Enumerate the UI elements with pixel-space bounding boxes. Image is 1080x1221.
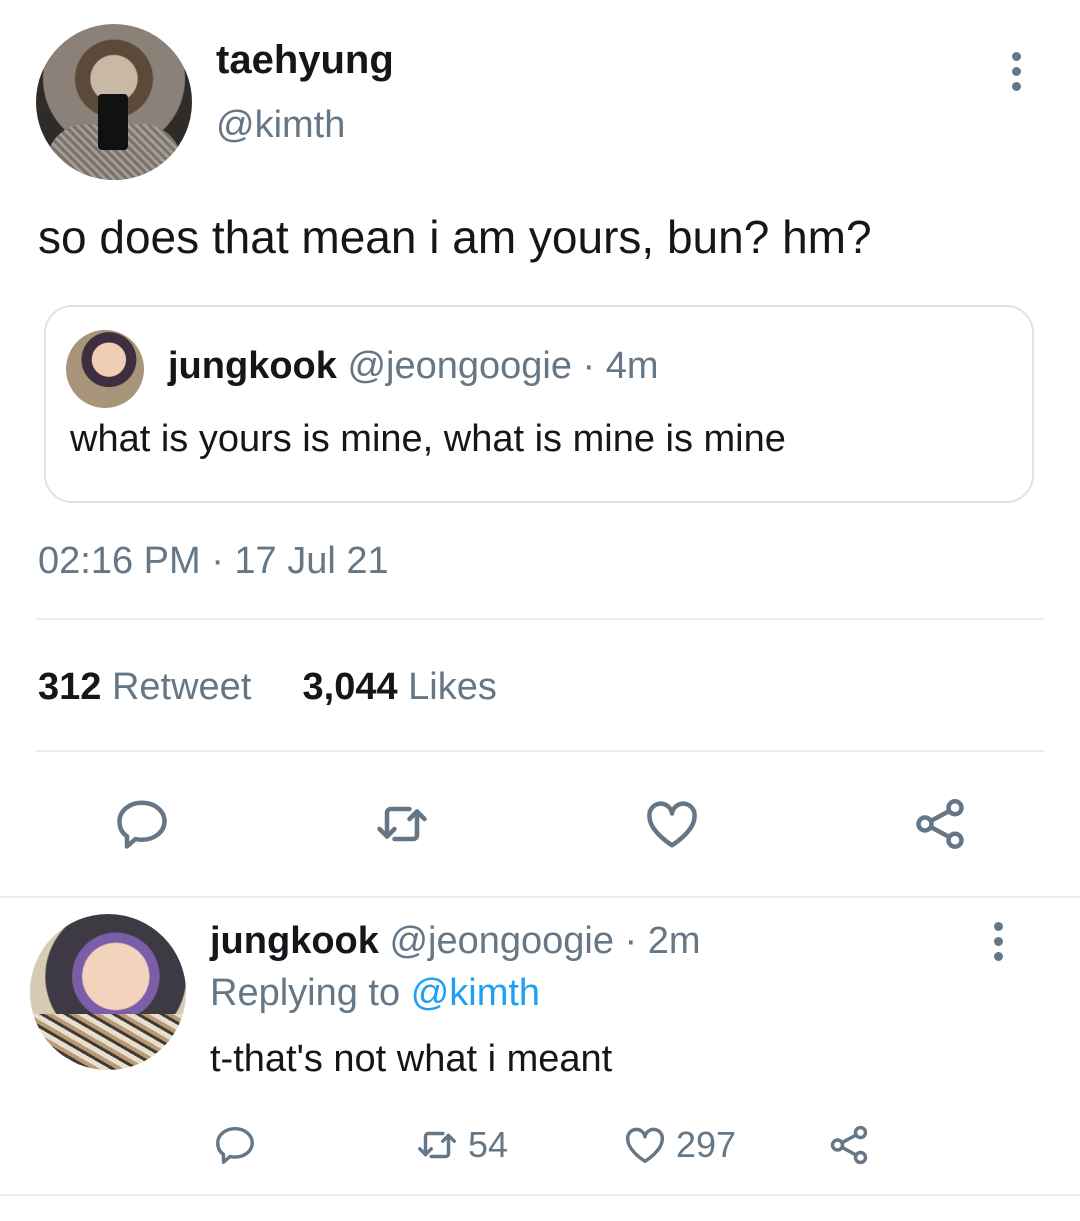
replying-to: Replying to @kimth bbox=[210, 972, 540, 1015]
bottom-divider bbox=[0, 1194, 1080, 1196]
retweet-icon bbox=[418, 1131, 456, 1159]
reply-handle-time: @jeongoogie · 2m bbox=[389, 920, 701, 962]
reply-icon[interactable] bbox=[112, 794, 172, 854]
replying-prefix: Replying to bbox=[210, 972, 401, 1014]
heart-icon[interactable] bbox=[642, 794, 702, 854]
like-count: 297 bbox=[676, 1124, 737, 1165]
quoted-handle-time: @jeongoogie · 4m bbox=[347, 345, 659, 387]
reply-avatar[interactable] bbox=[30, 914, 186, 1070]
quoted-tweet-card[interactable] bbox=[44, 305, 1034, 503]
tweet-text: so does that mean i am yours, bun? hm? bbox=[38, 211, 872, 263]
author-display-name[interactable]: taehyung bbox=[216, 38, 394, 83]
reply-display-name[interactable]: jungkook bbox=[210, 920, 379, 962]
heart-icon bbox=[626, 1127, 664, 1164]
retweet-label[interactable]: Retweet bbox=[112, 666, 251, 708]
quoted-display-name: jungkook bbox=[168, 345, 337, 387]
like-button[interactable]: 297 bbox=[622, 1122, 736, 1168]
likes-label[interactable]: Likes bbox=[408, 666, 497, 708]
avatar[interactable] bbox=[36, 24, 192, 180]
share-icon[interactable] bbox=[910, 794, 970, 854]
quoted-tweet-header: jungkook @jeongoogie · 4m bbox=[168, 345, 659, 388]
share-button[interactable] bbox=[826, 1122, 872, 1168]
retweet-icon[interactable] bbox=[372, 794, 432, 854]
retweet-button[interactable]: 54 bbox=[414, 1122, 508, 1168]
reply-icon bbox=[216, 1126, 254, 1164]
quoted-tweet-text: what is yours is mine, what is mine is m… bbox=[70, 418, 786, 460]
replying-mention-link[interactable]: @kimth bbox=[411, 972, 540, 1014]
share-icon bbox=[830, 1125, 868, 1165]
retweet-count[interactable]: 312 bbox=[38, 666, 101, 708]
reply-header: jungkook @jeongoogie · 2m bbox=[210, 920, 701, 963]
reply-button[interactable] bbox=[212, 1122, 258, 1168]
divider bbox=[36, 750, 1044, 752]
retweet-count: 54 bbox=[468, 1124, 509, 1165]
divider bbox=[36, 618, 1044, 620]
tweet-timestamp: 02:16 PM · 17 Jul 21 bbox=[38, 540, 389, 582]
author-handle[interactable]: @kimth bbox=[216, 104, 345, 147]
likes-count[interactable]: 3,044 bbox=[303, 666, 398, 708]
more-vertical-icon[interactable] bbox=[1004, 52, 1028, 98]
quoted-avatar bbox=[66, 330, 144, 408]
section-divider bbox=[0, 896, 1080, 898]
more-vertical-icon[interactable] bbox=[986, 922, 1010, 968]
reply-text: t-that's not what i meant bbox=[210, 1038, 613, 1080]
tweet-stats: 312 Retweet 3,044 Likes bbox=[38, 666, 497, 709]
